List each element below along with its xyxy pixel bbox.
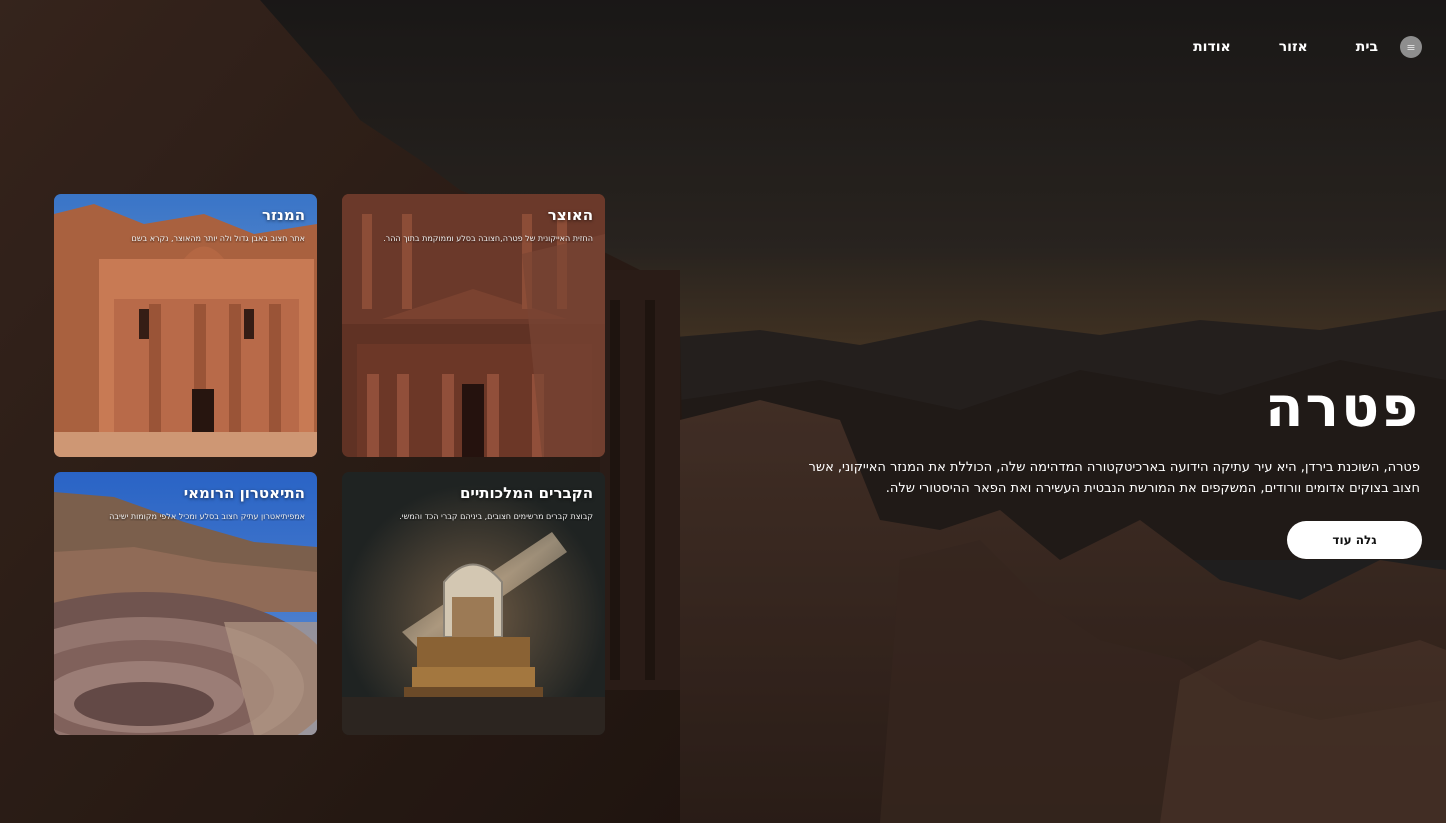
card-title: התיאטרון הרומאי (183, 484, 305, 502)
card-title: הקברים המלכותיים (459, 484, 593, 502)
nav-link-home[interactable]: בית (1356, 39, 1378, 55)
card-roman-theater[interactable]: התיאטרון הרומאי אמפיתיאטרון עתיק חצוב בס… (54, 472, 317, 735)
card-description: אתר חצוב באבן גדול ולה יותר מהאוצר, נקרא… (131, 234, 305, 243)
page-title: פטרה (1264, 375, 1420, 440)
top-navigation: ≡ בית אזור אודות (1145, 36, 1422, 58)
card-title: המנזר (262, 206, 305, 224)
card-description: אמפיתיאטרון עתיק חצוב בסלע ומכיל אלפי מק… (109, 512, 305, 521)
nav-link-region[interactable]: אזור (1279, 39, 1308, 55)
hero-text-block: פטרה פטרה, השוכנת בירדן, היא עיר עתיקה ה… (800, 380, 1420, 500)
card-monastery[interactable]: המנזר אתר חצוב באבן גדול ולה יותר מהאוצר… (54, 194, 317, 457)
card-title: האוצר (547, 206, 593, 224)
attractions-cards: המנזר אתר חצוב באבן גדול ולה יותר מהאוצר… (54, 194, 605, 735)
card-royal-tombs[interactable]: הקברים המלכותיים קבוצת קברים מרשימים חצו… (342, 472, 605, 735)
nav-link-about[interactable]: אודות (1193, 39, 1231, 55)
hero-description: פטרה, השוכנת בירדן, היא עיר עתיקה הידועה… (808, 460, 1420, 496)
discover-more-button[interactable]: גלה עוד (1287, 521, 1422, 559)
card-description: קבוצת קברים מרשימים חצובים, ביניהם קברי … (399, 512, 593, 521)
menu-icon[interactable]: ≡ (1400, 36, 1422, 58)
hero-section: ≡ בית אזור אודות המנזר אתר חצוב באבן גדו… (0, 0, 1446, 823)
card-description: החזית האייקונית של פטרה,חצובה בסלע וממוק… (383, 234, 593, 243)
card-treasury[interactable]: האוצר החזית האייקונית של פטרה,חצובה בסלע… (342, 194, 605, 457)
